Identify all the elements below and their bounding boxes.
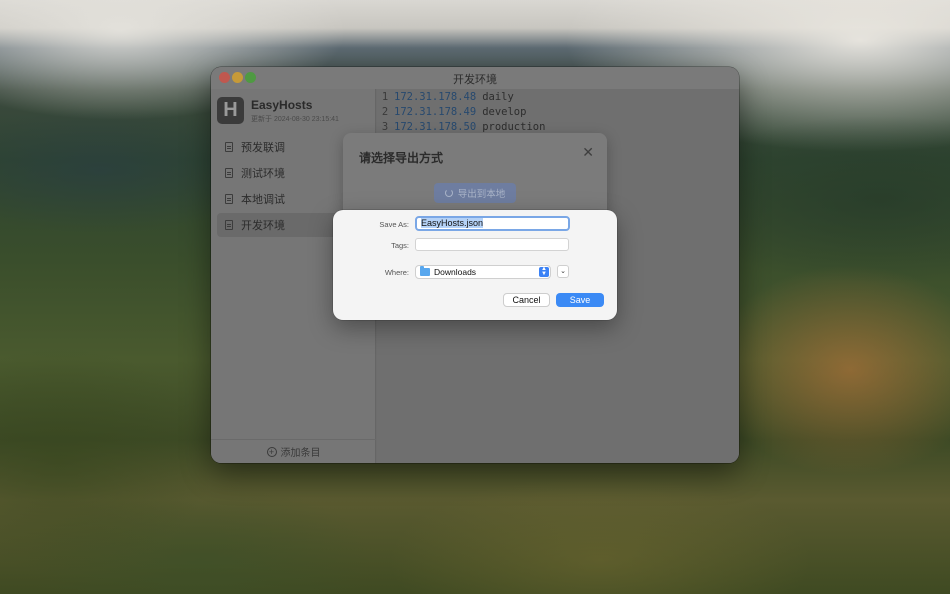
export-dialog-title: 请选择导出方式: [359, 151, 444, 165]
line-number: 1: [381, 91, 389, 103]
line-ip: 172.31.178.49: [394, 106, 477, 118]
close-icon[interactable]: ✕: [582, 144, 594, 161]
where-label: Where:: [384, 268, 409, 277]
where-value: Downloads: [434, 267, 477, 277]
export-local-label: 导出到本地: [457, 189, 506, 200]
folder-icon: [420, 266, 430, 276]
app-updated-time: 更新于 2024-08-30 23:15:41: [251, 116, 339, 123]
up-down-stepper-icon: ▲ ▼: [539, 266, 549, 277]
document-icon: [225, 194, 233, 204]
sidebar-item-label: 预发联调: [241, 142, 285, 154]
sidebar-item-label: 本地调试: [241, 194, 285, 206]
editor-line: 2 172.31.178.49 develop: [377, 106, 527, 121]
sidebar-item-label: 开发环境: [241, 220, 285, 232]
add-entry-label: 添加条目: [280, 448, 321, 459]
document-icon: [225, 220, 233, 230]
line-number: 2: [381, 106, 389, 118]
editor-line: 1 172.31.178.48 daily: [377, 91, 514, 106]
add-entry-button[interactable]: + 添加条目: [211, 439, 376, 463]
save-as-value: EasyHosts.json: [421, 218, 484, 228]
save-as-label: Save As:: [379, 220, 409, 229]
where-select[interactable]: Downloads ▲ ▼: [415, 265, 551, 279]
app-logo: H: [217, 97, 244, 124]
expand-chevron-button[interactable]: ⌄: [557, 265, 569, 278]
app-header: H EasyHosts 更新于 2024-08-30 23:15:41: [217, 97, 377, 125]
tags-label: Tags:: [391, 241, 409, 250]
app-name: EasyHosts: [251, 98, 313, 112]
tags-input[interactable]: [415, 238, 569, 251]
document-icon: [225, 168, 233, 178]
save-button[interactable]: Save: [556, 293, 604, 307]
document-icon: [225, 142, 233, 152]
save-as-input[interactable]: EasyHosts.json: [415, 216, 570, 231]
save-sheet: Save As: EasyHosts.json Tags: Where: Dow…: [333, 210, 617, 320]
window-title: 开发环境: [453, 74, 497, 86]
spinner-icon: [444, 189, 453, 197]
line-host: develop: [482, 106, 527, 118]
line-host: daily: [482, 91, 514, 103]
cancel-button[interactable]: Cancel: [503, 293, 550, 307]
sidebar-item-label: 测试环境: [241, 168, 285, 180]
line-ip: 172.31.178.48: [394, 91, 477, 103]
export-local-button[interactable]: 导出到本地: [434, 183, 516, 203]
plus-circle-icon: +: [266, 446, 277, 457]
title-bar: 开发环境: [211, 67, 739, 89]
